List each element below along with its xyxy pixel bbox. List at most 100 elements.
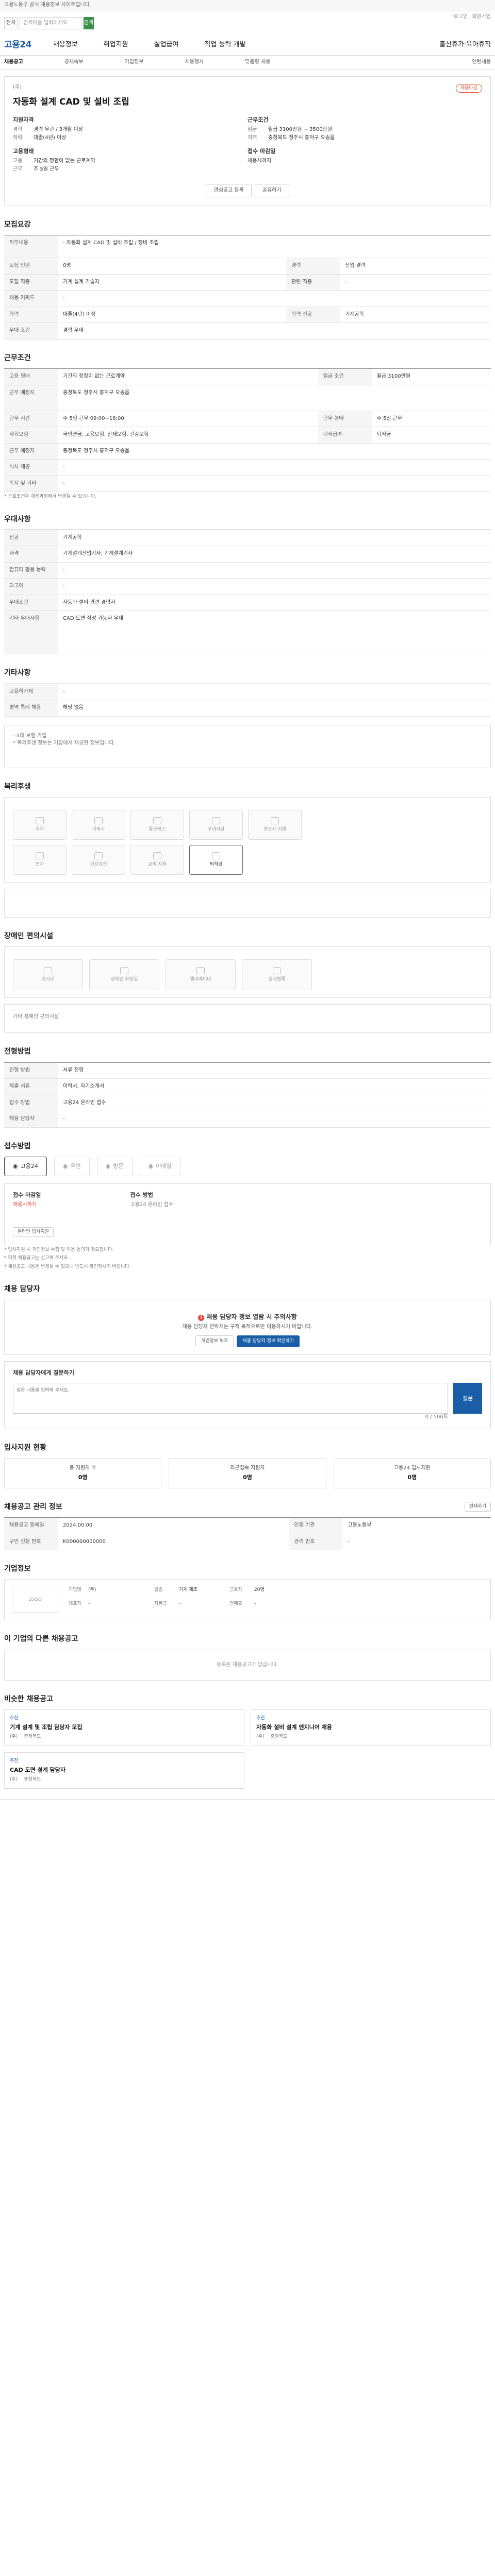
rec-card[interactable]: 추천 기계 설계 및 조립 담당자 모집 (주) 충청북도: [4, 1709, 244, 1747]
facility-icon: [271, 817, 279, 824]
kv-key: 지역: [248, 135, 257, 141]
td: 충청북도 청주시 흥덕구 오송읍: [58, 443, 491, 460]
privacy-button[interactable]: 개인정보 보호: [195, 1335, 234, 1347]
th: 기타 우대사항: [4, 611, 58, 655]
fac-chip: 구내식당: [189, 810, 243, 840]
others-heading: 이 기업의 다른 채용공고: [4, 1635, 78, 1643]
stat-label: 총 지원자 수: [69, 1465, 96, 1471]
question-input[interactable]: [13, 1383, 448, 1414]
rec-title[interactable]: 기계 설계 및 조립 담당자 모집: [10, 1723, 239, 1732]
nav-leave[interactable]: 출산휴가·육아휴직: [439, 40, 491, 50]
disab-chip-label: 경사로: [41, 976, 55, 982]
ask-box: 채용 담당자에게 질문하기 질문 0 / 500자: [4, 1361, 491, 1429]
cond-heading: 근무조건: [4, 353, 31, 362]
fac-chip-label: 통근버스: [148, 826, 166, 832]
kv-key: 근무: [13, 166, 23, 173]
online-apply-button[interactable]: 온라인 입사지원: [13, 1227, 54, 1238]
emp-label: 고용형태: [13, 147, 34, 155]
site-logo[interactable]: 고용24: [4, 39, 31, 52]
tab-2[interactable]: 기업정보: [125, 59, 144, 66]
tab-4[interactable]: 맞춤형 채용: [245, 59, 270, 66]
accessibility-icon: [120, 967, 128, 974]
apply-method-option[interactable]: ◉ 이메일: [139, 1156, 180, 1176]
th: 전공: [4, 530, 58, 547]
facility-icon: [153, 817, 161, 824]
note: * 채용공고 내용은 변경될 수 있으니 반드시 확인하시기 바랍니다.: [4, 1264, 131, 1269]
stat-value: 0명: [407, 1473, 417, 1481]
stats-heading: 입사지원 현황: [4, 1443, 47, 1452]
search-input[interactable]: 검색어를 입력하세요: [20, 17, 81, 29]
search-button[interactable]: 검색: [84, 17, 94, 29]
etc-note1: - 4대 보험 가입: [13, 733, 47, 739]
ask-button[interactable]: 질문: [453, 1383, 482, 1414]
radio-icon: ◉: [62, 1162, 68, 1170]
search-bar: 전체 검색어를 입력하세요 검색 로그인 회원가입: [0, 11, 495, 35]
duty-table: 직무내용 - 자동화 설계 CAD 및 설비 조립 / 장비 조립 모집 인원 0명…: [4, 235, 491, 340]
view-contact-button[interactable]: 채용 담당자 정보 확인하기: [237, 1335, 300, 1347]
facility-icon: [94, 852, 103, 859]
disab-heading: 장애인 편의시설: [4, 932, 54, 941]
nav-support[interactable]: 취업지원: [104, 40, 128, 50]
disab-chip: 장애인 화장실: [89, 959, 159, 991]
rec-title[interactable]: CAD 도면 설계 담당자: [10, 1766, 239, 1774]
tab-5[interactable]: 인턴채용: [472, 59, 491, 66]
signup-link[interactable]: 회원가입: [472, 13, 491, 21]
job-title: 자동화 설계 CAD 및 설비 조립: [13, 97, 129, 108]
th: 외국어: [4, 578, 58, 595]
status-badge: 채용마감: [455, 84, 482, 93]
search-type-select[interactable]: 전체: [4, 17, 18, 29]
rec-card[interactable]: 추천 CAD 도면 설계 담당자 (주) 충청북도: [4, 1752, 244, 1789]
fac-chip: 주차: [13, 810, 67, 840]
deadline-label: 접수 마감일: [248, 147, 276, 155]
rec-company: (주): [10, 1734, 18, 1740]
nav-jobs[interactable]: 채용정보: [53, 40, 78, 50]
rec-title[interactable]: 자동화 설비 설계 엔지니어 채용: [256, 1723, 485, 1732]
radio-icon: ◉: [105, 1162, 111, 1170]
etc-box: - 4대 보험 가입 * 복리후생 정보는 기업에서 제공한 정보입니다.: [4, 724, 491, 768]
info-table: 채용공고 등록일 2024.00.00 인증 기관 고용노동부 구인 신청 번호 K00…: [4, 1517, 491, 1551]
main-nav: 고용24 채용정보 취업지원 실업급여 직업 능력 개발 출산휴가·육아휴직: [0, 35, 495, 56]
facility-icon: [36, 817, 44, 824]
company-field-value: 20명: [254, 1587, 265, 1593]
nav-training[interactable]: 직업 능력 개발: [204, 40, 245, 50]
deadline-value: 채용시까지: [248, 158, 271, 164]
rec-tag: 추천: [10, 1758, 19, 1764]
tab-1[interactable]: 공채속보: [64, 59, 84, 66]
tab-3[interactable]: 채용행사: [185, 59, 204, 66]
print-button[interactable]: 인쇄하기: [464, 1502, 491, 1512]
apply-method-option[interactable]: ◉ 고용24: [4, 1156, 47, 1176]
th: 근무 형태: [318, 411, 372, 428]
ask-label: 채용 담당자에게 질문하기: [13, 1369, 74, 1376]
rec-location: 충청북도: [270, 1734, 288, 1740]
apply-method-label: 고용24: [20, 1162, 38, 1170]
fac-extra: [4, 889, 491, 918]
login-link[interactable]: 로그인: [454, 13, 468, 21]
apply-method-option[interactable]: ◉ 방문: [96, 1156, 133, 1176]
share-button[interactable]: 공유하기: [254, 183, 289, 198]
stat-card: 최근접속 지원자 0명: [169, 1458, 326, 1488]
others-empty: 등록된 채용공고가 없습니다.: [4, 1649, 491, 1681]
company-name: (주): [13, 84, 22, 90]
nav-unemployment[interactable]: 실업급여: [154, 40, 179, 50]
note: * 허위 채용공고는 신고해 주세요.: [4, 1256, 70, 1261]
td: 자동화 설비 관련 경력자: [58, 595, 491, 612]
fac-chip: 경조사 지원: [248, 810, 302, 840]
receive-right: 접수 방법 고용24 온라인 접수: [130, 1191, 483, 1238]
th: 모집 직종: [4, 274, 58, 291]
save-job-button[interactable]: 관심공고 등록: [206, 183, 252, 198]
contact-body: 채용 담당자 연락처는 구직 목적으로만 이용하시기 바랍니다.: [182, 1324, 313, 1330]
radio-icon: ◉: [13, 1162, 18, 1170]
fac-chip: 퇴직금: [189, 845, 243, 875]
tab-0[interactable]: 채용공고: [4, 59, 23, 66]
company-field-value: (주): [88, 1587, 96, 1593]
td: 0명: [58, 258, 287, 275]
company-field-value: -: [179, 1601, 181, 1607]
rec-card[interactable]: 추천 자동화 설비 설계 엔지니어 채용 (주) 충청북도: [251, 1709, 491, 1747]
apply-method-option[interactable]: ◉ 우편: [54, 1156, 90, 1176]
th: 제출 서류: [4, 1078, 58, 1095]
td: -: [58, 1111, 491, 1128]
facility-icon: [36, 852, 44, 859]
th: 구인 신청 번호: [4, 1534, 58, 1551]
disab-extra: 기타 장애인 편의시설: [4, 1004, 491, 1033]
kv-val: 기간의 정함이 없는 근로계약: [34, 158, 95, 164]
